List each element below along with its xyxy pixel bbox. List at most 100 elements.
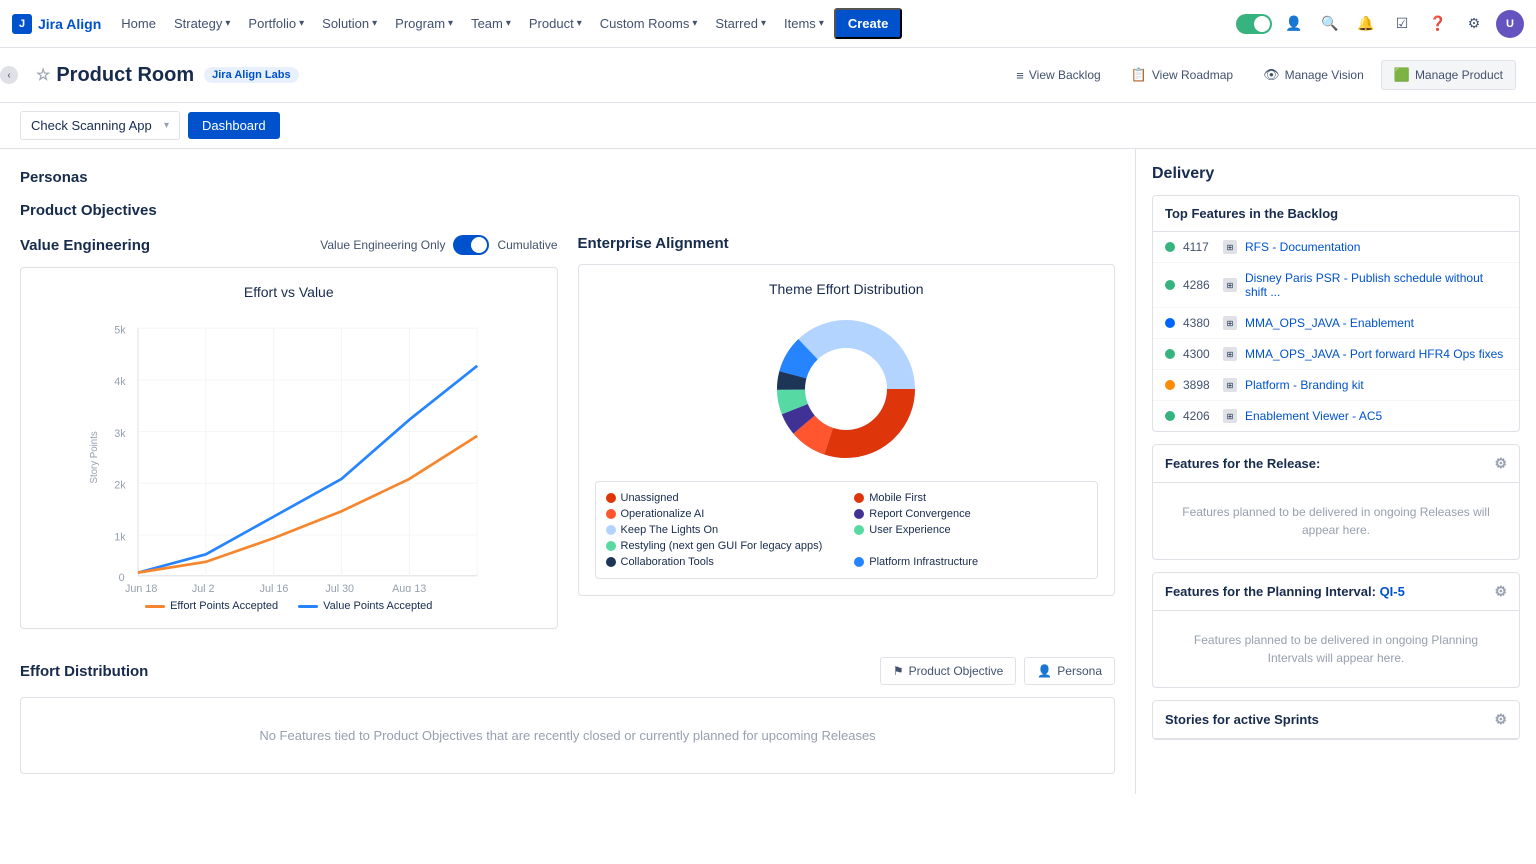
- svg-text:4k: 4k: [114, 376, 126, 388]
- nav-starred[interactable]: Starred ▾: [707, 10, 774, 37]
- value-legend-item: Value Points Accepted: [298, 600, 432, 612]
- feature-item-4286: 4286 ⊞ Disney Paris PSR - Publish schedu…: [1153, 263, 1519, 308]
- top-navigation: J Jira Align Home Strategy ▾ Portfolio ▾…: [0, 0, 1536, 48]
- donut-legend: Unassigned Mobile First Operationalize A…: [595, 481, 1099, 579]
- legend-keep-lights-on: Keep The Lights On: [606, 524, 839, 536]
- app-dropdown[interactable]: Check Scanning App ▾: [20, 111, 180, 140]
- page-container: ‹ ☆ Product Room Jira Align Labs ≡ View …: [0, 48, 1536, 864]
- legend-user-experience: User Experience: [854, 524, 1087, 536]
- release-settings-icon[interactable]: ⚙: [1494, 455, 1507, 472]
- search-icon[interactable]: 🔍: [1316, 10, 1344, 38]
- app-logo[interactable]: J Jira Align: [12, 14, 101, 34]
- effort-legend-label: Effort Points Accepted: [170, 600, 278, 612]
- feature-link-4206[interactable]: Enablement Viewer - AC5: [1245, 409, 1382, 423]
- logo-text: Jira Align: [38, 16, 101, 32]
- feature-icon-4117: ⊞: [1223, 240, 1237, 254]
- chart-legend: Effort Points Accepted Value Points Acce…: [37, 600, 541, 612]
- dropdown-value: Check Scanning App: [31, 118, 152, 133]
- nav-program[interactable]: Program ▾: [387, 10, 461, 37]
- dashboard-button[interactable]: Dashboard: [188, 112, 280, 139]
- charts-row: Value Engineering Value Engineering Only…: [20, 235, 1115, 649]
- collapse-button[interactable]: ‹: [0, 66, 18, 84]
- value-engineering-toggle[interactable]: [453, 235, 489, 255]
- svg-text:1k: 1k: [114, 531, 126, 543]
- unassigned-dot: [606, 493, 616, 503]
- svg-text:3k: 3k: [114, 428, 126, 440]
- star-icon[interactable]: ☆: [36, 65, 50, 85]
- feature-link-4286[interactable]: Disney Paris PSR - Publish schedule with…: [1245, 271, 1507, 299]
- checklist-icon[interactable]: ☑: [1388, 10, 1416, 38]
- nav-home[interactable]: Home: [113, 10, 164, 37]
- features-planning-title: Features for the Planning Interval: QI-5: [1165, 584, 1405, 599]
- persona-icon: 👤: [1037, 664, 1052, 678]
- create-button[interactable]: Create: [834, 8, 902, 39]
- dropdown-caret: ▾: [164, 120, 169, 131]
- enterprise-alignment-title: Enterprise Alignment: [578, 235, 1116, 252]
- cumulative-label: Cumulative: [497, 238, 557, 252]
- nav-strategy[interactable]: Strategy ▾: [166, 10, 238, 37]
- manage-product-button[interactable]: 🟩 Manage Product: [1381, 60, 1516, 90]
- product-manage-icon: 🟩: [1394, 67, 1410, 83]
- product-objective-icon: ⚑: [893, 664, 904, 678]
- svg-text:Jul 30: Jul 30: [325, 583, 354, 592]
- chart-title: Effort vs Value: [37, 284, 541, 300]
- feature-icon-4380: ⊞: [1223, 316, 1237, 330]
- sprints-settings-icon[interactable]: ⚙: [1494, 711, 1507, 728]
- avatar[interactable]: U: [1496, 10, 1524, 38]
- feature-dot-3898: [1165, 380, 1175, 390]
- nav-custom-rooms[interactable]: Custom Rooms ▾: [592, 10, 706, 37]
- enterprise-alignment-col: Enterprise Alignment Theme Effort Distri…: [578, 235, 1116, 649]
- svg-text:2k: 2k: [114, 480, 126, 492]
- feature-link-4117[interactable]: RFS - Documentation: [1245, 240, 1360, 254]
- view-roadmap-button[interactable]: 📋 View Roadmap: [1118, 60, 1246, 90]
- svg-text:Story Points: Story Points: [89, 431, 100, 483]
- view-backlog-button[interactable]: ≡ View Backlog: [1003, 61, 1113, 90]
- effort-color-swatch: [145, 605, 165, 608]
- legend-platform-infrastructure: Platform Infrastructure: [854, 556, 1087, 568]
- nav-portfolio[interactable]: Portfolio ▾: [240, 10, 312, 37]
- planning-settings-icon[interactable]: ⚙: [1494, 583, 1507, 600]
- personas-title: Personas: [20, 169, 1115, 186]
- chart-area: 5k 4k 3k 2k 1k 0 Story Points: [37, 312, 541, 592]
- top-features-card: Top Features in the Backlog 4117 ⊞ RFS -…: [1152, 195, 1520, 432]
- nav-menu: Home Strategy ▾ Portfolio ▾ Solution ▾ P…: [113, 8, 1224, 39]
- legend-restyling: Restyling (next gen GUI For legacy apps): [606, 540, 1088, 552]
- persona-button[interactable]: 👤 Persona: [1024, 657, 1115, 685]
- nav-team[interactable]: Team ▾: [463, 10, 519, 37]
- feature-link-3898[interactable]: Platform - Branding kit: [1245, 378, 1364, 392]
- effort-vs-value-svg: 5k 4k 3k 2k 1k 0 Story Points: [37, 312, 541, 592]
- help-icon[interactable]: ❓: [1424, 10, 1452, 38]
- features-release-header: Features for the Release: ⚙: [1153, 445, 1519, 483]
- user-icon[interactable]: 👤: [1280, 10, 1308, 38]
- toggle-circle: [1254, 16, 1270, 32]
- product-caret: ▾: [577, 18, 582, 29]
- value-color-swatch: [298, 605, 318, 608]
- nav-items[interactable]: Items ▾: [776, 10, 832, 37]
- vision-icon: 👁: [1263, 67, 1280, 83]
- feature-dot-4380: [1165, 318, 1175, 328]
- notifications-icon[interactable]: 🔔: [1352, 10, 1380, 38]
- planning-interval-link[interactable]: QI-5: [1380, 584, 1405, 599]
- toggle-group: Value Engineering Only Cumulative: [320, 235, 557, 255]
- value-engineering-col: Value Engineering Value Engineering Only…: [20, 235, 558, 649]
- feature-link-4380[interactable]: MMA_OPS_JAVA - Enablement: [1245, 316, 1414, 330]
- feature-icon-4286: ⊞: [1223, 278, 1237, 292]
- sub-navigation: Check Scanning App ▾ Dashboard: [0, 103, 1536, 149]
- page-header-right: ≡ View Backlog 📋 View Roadmap 👁 Manage V…: [1003, 60, 1516, 90]
- mode-toggle[interactable]: [1236, 14, 1272, 34]
- keep-lights-on-dot: [606, 525, 616, 535]
- nav-product[interactable]: Product ▾: [521, 10, 590, 37]
- enterprise-alignment-section: Enterprise Alignment Theme Effort Distri…: [578, 235, 1116, 596]
- legend-mobile-first: Mobile First: [854, 492, 1087, 504]
- manage-vision-button[interactable]: 👁 Manage Vision: [1250, 60, 1377, 90]
- nav-solution[interactable]: Solution ▾: [314, 10, 385, 37]
- operationalize-ai-dot: [606, 509, 616, 519]
- feature-link-4300[interactable]: MMA_OPS_JAVA - Port forward HFR4 Ops fix…: [1245, 347, 1503, 361]
- settings-icon[interactable]: ⚙: [1460, 10, 1488, 38]
- effort-vs-value-chart-container: Effort vs Value 5k 4k 3k 2k 1k 0: [20, 267, 558, 629]
- solution-caret: ▾: [372, 18, 377, 29]
- feature-icon-3898: ⊞: [1223, 378, 1237, 392]
- product-objective-button[interactable]: ⚑ Product Objective: [880, 657, 1016, 685]
- custom-rooms-caret: ▾: [692, 18, 697, 29]
- right-panel: Delivery Top Features in the Backlog 411…: [1136, 149, 1536, 794]
